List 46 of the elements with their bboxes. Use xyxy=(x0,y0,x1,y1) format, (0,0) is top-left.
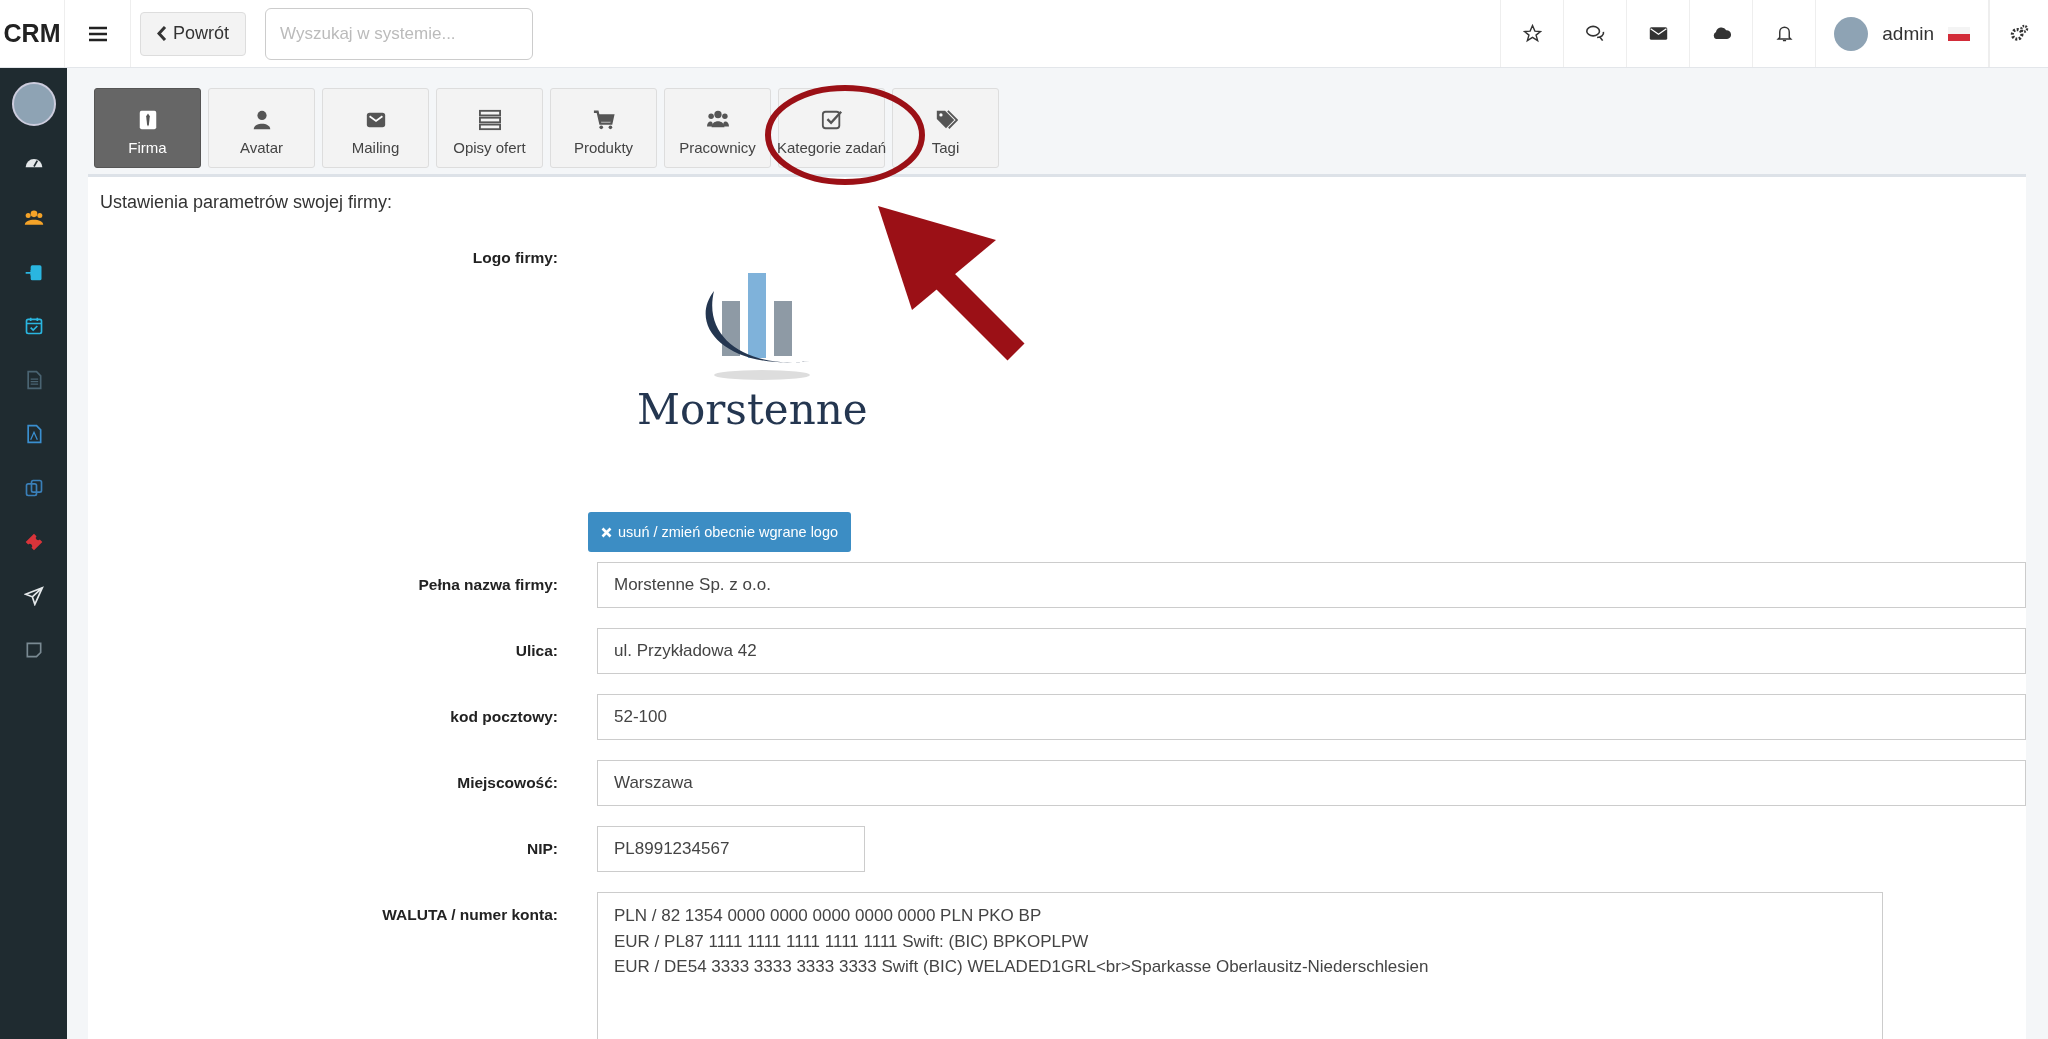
search-field[interactable]: Wyszukaj w systemie... xyxy=(265,7,534,60)
field-label: WALUTA / numer konta: xyxy=(381,905,558,924)
text-input[interactable]: Morstenne Sp. z o.o. xyxy=(597,562,2026,608)
star-icon[interactable] xyxy=(1522,24,1542,43)
ticket-icon[interactable] xyxy=(23,532,44,552)
user-name[interactable]: admin xyxy=(1882,22,1934,45)
settings-tab[interactable]: Kategorie zadań xyxy=(778,88,885,168)
flag-icon xyxy=(1948,26,1970,41)
paper-plane-icon[interactable] xyxy=(23,586,44,606)
server-icon xyxy=(477,109,502,131)
text-input[interactable]: 52-100 xyxy=(597,694,2026,740)
text-input[interactable]: PL8991234567 xyxy=(597,826,865,872)
settings-tab[interactable]: Produkty xyxy=(550,88,657,168)
back-button[interactable]: Powrót xyxy=(140,11,247,56)
field-label: Ulica: xyxy=(514,642,558,660)
close-icon xyxy=(601,526,612,538)
settings-tab[interactable]: Tagi xyxy=(892,88,999,168)
copy-icon[interactable] xyxy=(23,478,44,498)
remove-logo-button[interactable]: usuń / zmień obecnie wgrane logo xyxy=(588,512,852,552)
field-label: kod pocztowy: xyxy=(449,708,558,726)
mail-icon[interactable] xyxy=(1648,24,1668,43)
text-input[interactable]: ul. Przykładowa 42 xyxy=(597,628,2026,674)
users-icon[interactable] xyxy=(23,208,44,228)
settings-tab[interactable]: Firma xyxy=(94,88,201,168)
settings-tab[interactable]: Opisy ofert xyxy=(436,88,543,168)
cart-icon xyxy=(591,109,616,131)
field-label: Miejscowość: xyxy=(456,774,558,792)
settings-tab[interactable]: Avatar xyxy=(208,88,315,168)
field-label: NIP: xyxy=(526,840,558,858)
clipboard-icon[interactable] xyxy=(23,262,44,282)
menu-icon[interactable] xyxy=(88,25,107,42)
calendar-icon[interactable] xyxy=(23,316,44,336)
bell-icon[interactable] xyxy=(1774,24,1794,43)
textarea-field[interactable]: PLN / 82 1354 0000 0000 0000 0000 0000 PLN PKO BP EUR / PL87 1111 1111 1111 1111 1111 Swift: (BIC) BPKOPLPW EUR / DE54 3333 3333 3333 3333 Swift (BIC) WELADED1GRL<br>Sparkasse Oberlausitz-Niederschlesien xyxy=(597,892,1883,1039)
chat-icon[interactable] xyxy=(1585,24,1605,43)
settings-tab[interactable]: Pracownicy xyxy=(664,88,771,168)
check-icon xyxy=(819,109,844,131)
text-input[interactable]: Warszawa xyxy=(597,760,2026,806)
app-logo: CRM xyxy=(0,0,65,67)
company-logo-text: Morstenne xyxy=(637,385,868,434)
chevron-left-icon xyxy=(157,26,167,41)
field-label: Pełna nazwa firmy: xyxy=(417,576,558,594)
user-avatar[interactable] xyxy=(11,82,56,126)
settings-tab[interactable]: Mailing xyxy=(322,88,429,168)
field-label: Logo firmy: xyxy=(471,249,558,267)
section-title: Ustawienia parametrów swojej firmy: xyxy=(100,192,394,213)
